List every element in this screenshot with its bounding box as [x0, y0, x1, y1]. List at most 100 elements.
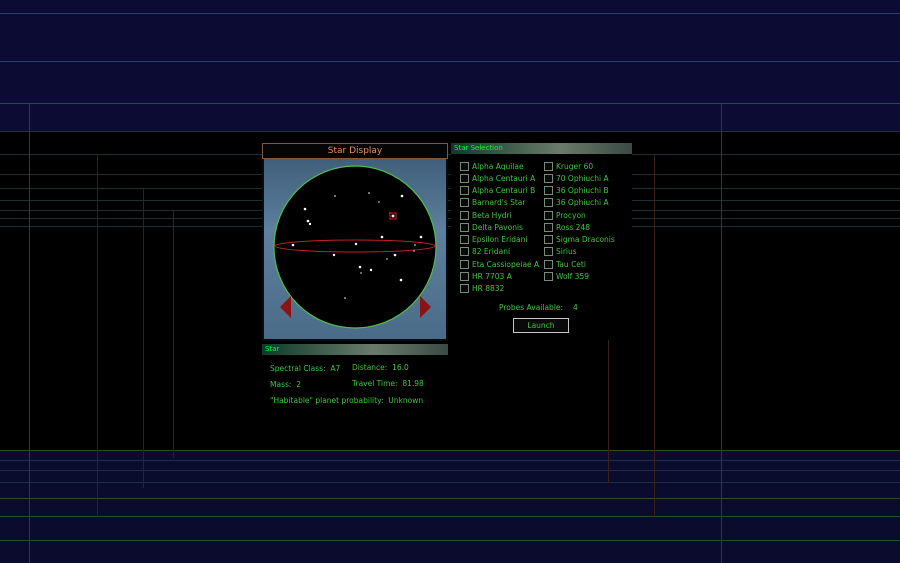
checkbox-icon[interactable]: [544, 235, 553, 245]
star-option[interactable]: 36 Ophiuchi A: [544, 197, 615, 209]
star-dot: [399, 278, 403, 282]
star-option-label: Sirius: [556, 247, 577, 257]
grid-line: [608, 340, 609, 483]
checkbox-icon[interactable]: [544, 271, 553, 281]
checkbox-icon[interactable]: [544, 173, 553, 183]
grid-line: [29, 103, 30, 563]
grid-line: [0, 482, 900, 483]
checkbox-icon[interactable]: [460, 271, 469, 281]
star-option[interactable]: Delta Pavonis: [460, 221, 539, 233]
star-option[interactable]: Ross 248: [544, 221, 615, 233]
grid-line: [97, 155, 98, 515]
checkbox-icon[interactable]: [460, 284, 469, 294]
star-option[interactable]: HR 7703 A: [460, 270, 539, 282]
star-option-label: Ross 248: [556, 222, 590, 232]
star-option-label: Eta Cassiopeiae A: [472, 259, 540, 269]
grid-line: [143, 188, 144, 488]
checkbox-icon[interactable]: [460, 259, 469, 269]
star-dot: [368, 192, 370, 194]
checkbox-icon[interactable]: [544, 222, 553, 232]
star-option-label: Alpha Centauri B: [472, 186, 536, 196]
star-option-label: Delta Pavonis: [472, 222, 523, 232]
mass-label: Mass:: [270, 380, 292, 389]
habitable-label: "Habitable" planet probability:: [270, 396, 384, 405]
right-arrow-icon[interactable]: [420, 296, 431, 318]
star-option[interactable]: Barnard's Star: [460, 197, 539, 209]
selected-star-dot: [391, 214, 395, 218]
star-option[interactable]: 36 Ophiuchi B: [544, 185, 615, 197]
checkbox-icon[interactable]: [460, 222, 469, 232]
star-option-label: 36 Ophiuchi B: [556, 186, 609, 196]
checkbox-icon[interactable]: [460, 247, 469, 257]
grid-line: [0, 188, 900, 189]
checkbox-icon[interactable]: [544, 161, 553, 171]
star-dot: [334, 195, 336, 197]
star-option[interactable]: 82 Eridani: [460, 246, 539, 258]
checkbox-icon[interactable]: [544, 259, 553, 269]
star-option-label: Beta Hydri: [472, 210, 512, 220]
star-option[interactable]: Wolf 359: [544, 270, 615, 282]
star-option[interactable]: Sirius: [544, 246, 615, 258]
star-option[interactable]: Alpha Centauri A: [460, 172, 539, 184]
grid-line: [0, 61, 900, 62]
checkbox-icon[interactable]: [544, 210, 553, 220]
star-dot: [308, 222, 312, 226]
grid-line: [0, 131, 900, 132]
globe-sphere: [273, 165, 437, 329]
star-option[interactable]: HR 8832: [460, 283, 539, 295]
launch-button[interactable]: Launch: [513, 318, 569, 333]
checkbox-icon[interactable]: [460, 235, 469, 245]
star-display-title: Star Display: [262, 143, 448, 159]
background-top: [0, 0, 900, 132]
star-globe[interactable]: [264, 159, 446, 339]
distance: Distance: 16.0: [352, 363, 409, 372]
star-option-label: HR 8832: [472, 284, 505, 294]
star-option-label: Kruger 60: [556, 161, 594, 171]
star-dot: [419, 235, 423, 239]
star-dot: [332, 253, 336, 257]
star-option[interactable]: Alpha Centauri B: [460, 185, 539, 197]
checkbox-icon[interactable]: [544, 198, 553, 208]
star-option[interactable]: Eta Cassiopeiae A: [460, 258, 539, 270]
star-option-label: Alpha Centauri A: [472, 173, 536, 183]
star-option-label: 36 Ophiuchi A: [556, 198, 609, 208]
grid-line: [0, 516, 900, 517]
grid-line: [0, 154, 900, 155]
star-dot: [369, 268, 373, 272]
travel-time: Travel Time: 81.98: [352, 379, 424, 388]
travel-time-value: 81.98: [402, 379, 424, 388]
star-dot: [303, 207, 307, 211]
probes-label: Probes Available:: [499, 303, 564, 312]
star-option[interactable]: Epsilon Eridani: [460, 234, 539, 246]
star-option-label: Tau Ceti: [556, 259, 586, 269]
spectral-class-value: A7: [330, 364, 341, 373]
star-dot: [393, 253, 397, 257]
star-option-label: Procyon: [556, 210, 586, 220]
grid-line: [0, 498, 900, 499]
star-option[interactable]: Tau Ceti: [544, 258, 615, 270]
grid-line: [0, 218, 900, 219]
star-option[interactable]: Sigma Draconis: [544, 234, 615, 246]
checkbox-icon[interactable]: [460, 186, 469, 196]
star-dot: [291, 243, 295, 247]
star-option[interactable]: Kruger 60: [544, 160, 615, 172]
probes-available: Probes Available: 4: [499, 303, 578, 312]
star-option[interactable]: Alpha Aquilae: [460, 160, 539, 172]
checkbox-icon[interactable]: [460, 173, 469, 183]
travel-time-label: Travel Time:: [352, 379, 398, 388]
star-globe-view[interactable]: [264, 159, 446, 339]
star-option[interactable]: 70 Ophiuchi A: [544, 172, 615, 184]
star-info-titlebar: Star: [262, 344, 448, 355]
star-dot: [413, 250, 415, 252]
grid-line: [0, 540, 900, 541]
star-option[interactable]: Beta Hydri: [460, 209, 539, 221]
grid-line: [0, 460, 900, 461]
checkbox-icon[interactable]: [460, 161, 469, 171]
left-arrow-icon[interactable]: [280, 296, 291, 318]
star-option[interactable]: Procyon: [544, 209, 615, 221]
checkbox-icon[interactable]: [544, 186, 553, 196]
star-info-panel: Star Spectral Class: A7 Distance: 16.0 M…: [262, 344, 448, 410]
checkbox-icon[interactable]: [544, 247, 553, 257]
checkbox-icon[interactable]: [460, 198, 469, 208]
checkbox-icon[interactable]: [460, 210, 469, 220]
